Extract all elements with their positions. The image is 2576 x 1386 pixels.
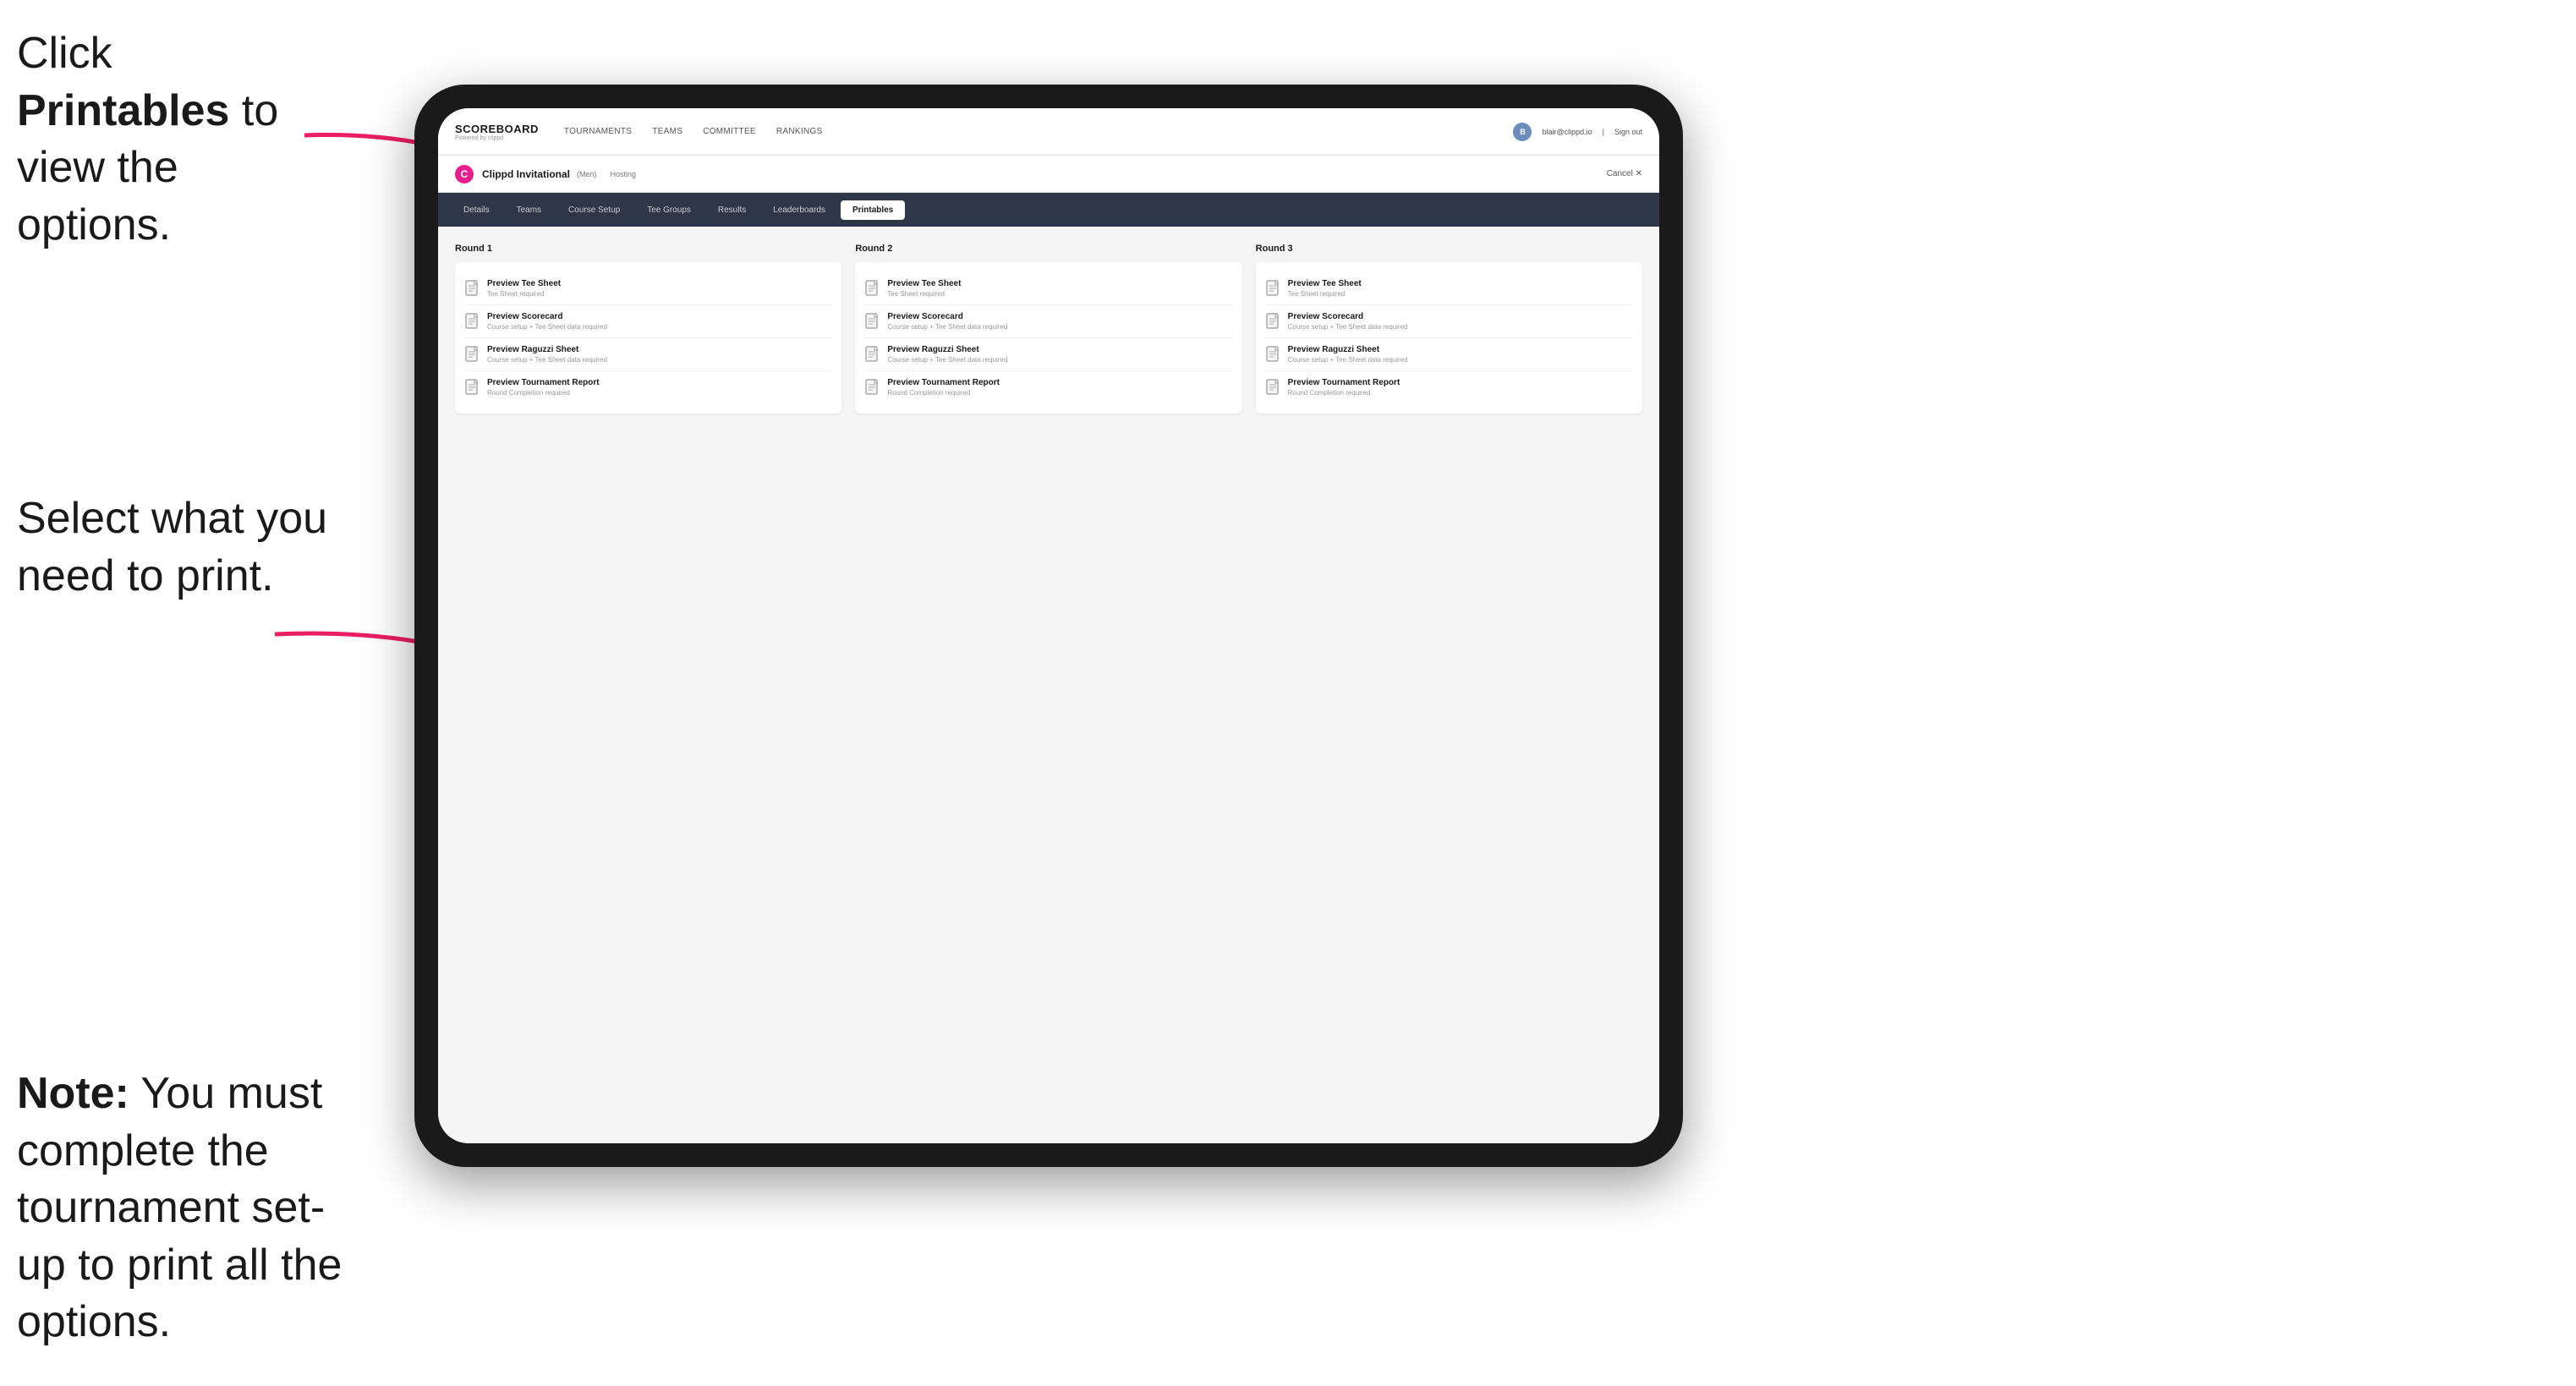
round-1-report-text: Preview Tournament Report Round Completi… (487, 378, 831, 397)
rounds-grid: Round 1 Preview Tee Sheet Tee Sheet requ… (455, 244, 1642, 414)
round-2-scorecard[interactable]: Preview Scorecard Course setup + Tee She… (865, 305, 1231, 338)
round-3-scorecard[interactable]: Preview Scorecard Course setup + Tee She… (1266, 305, 1632, 338)
logo-sub-text: Powered by clippd (455, 135, 539, 141)
instruction-top: Click Printables to view the options. (17, 25, 321, 254)
document-icon-8 (865, 379, 880, 396)
nav-link-tournaments[interactable]: TOURNAMENTS (564, 127, 632, 136)
document-icon-10 (1266, 313, 1281, 330)
round-2-tournament-report[interactable]: Preview Tournament Report Round Completi… (865, 371, 1231, 403)
instruction-mid: Select what you need to print. (17, 490, 338, 605)
tab-leaderboards[interactable]: Leaderboards (761, 200, 837, 220)
logo-main-text: SCOREBOARD (455, 123, 539, 135)
document-icon-9 (1266, 280, 1281, 297)
printables-bold: Printables (17, 86, 229, 135)
round-2-report-text: Preview Tournament Report Round Completi… (887, 378, 1231, 397)
top-nav-links: TOURNAMENTS TEAMS COMMITTEE RANKINGS (564, 127, 1514, 136)
round-1-scorecard-text: Preview Scorecard Course setup + Tee She… (487, 312, 831, 331)
round-3-scorecard-text: Preview Scorecard Course setup + Tee She… (1288, 312, 1632, 331)
tab-details[interactable]: Details (452, 200, 501, 220)
round-1-title: Round 1 (455, 244, 841, 254)
round-2-card: Preview Tee Sheet Tee Sheet required (855, 262, 1241, 414)
round-1-tee-sheet[interactable]: Preview Tee Sheet Tee Sheet required (465, 272, 831, 305)
round-1-section: Round 1 Preview Tee Sheet Tee Sheet requ… (455, 244, 841, 414)
round-1-scorecard[interactable]: Preview Scorecard Course setup + Tee She… (465, 305, 831, 338)
document-icon-3 (465, 346, 480, 363)
tournament-bar: C Clippd Invitational (Men) Hosting Canc… (438, 156, 1659, 193)
round-3-title: Round 3 (1256, 244, 1642, 254)
tab-course-setup[interactable]: Course Setup (556, 200, 632, 220)
round-1-card: Preview Tee Sheet Tee Sheet required (455, 262, 841, 414)
cancel-button[interactable]: Cancel ✕ (1607, 169, 1642, 178)
tab-tee-groups[interactable]: Tee Groups (635, 200, 703, 220)
tablet-screen: SCOREBOARD Powered by clippd TOURNAMENTS… (438, 108, 1659, 1143)
separator: | (1603, 128, 1604, 136)
tournament-logo: C (455, 165, 474, 184)
document-icon-7 (865, 346, 880, 363)
document-icon-4 (465, 379, 480, 396)
scoreboard-logo: SCOREBOARD Powered by clippd (455, 123, 539, 141)
round-1-raguzzi[interactable]: Preview Raguzzi Sheet Course setup + Tee… (465, 338, 831, 371)
user-email: blair@clippd.io (1542, 128, 1592, 136)
round-3-tee-sheet[interactable]: Preview Tee Sheet Tee Sheet required (1266, 272, 1632, 305)
round-3-report-text: Preview Tournament Report Round Completi… (1288, 378, 1632, 397)
instruction-bottom: Note: You must complete the tournament s… (17, 1066, 355, 1351)
round-2-raguzzi[interactable]: Preview Raguzzi Sheet Course setup + Tee… (865, 338, 1231, 371)
round-2-title: Round 2 (855, 244, 1241, 254)
nav-link-committee[interactable]: COMMITTEE (703, 127, 756, 136)
tab-results[interactable]: Results (706, 200, 758, 220)
nav-link-rankings[interactable]: RANKINGS (776, 127, 823, 136)
tablet-device: SCOREBOARD Powered by clippd TOURNAMENTS… (414, 85, 1683, 1167)
round-3-raguzzi-text: Preview Raguzzi Sheet Course setup + Tee… (1288, 345, 1632, 364)
document-icon-12 (1266, 379, 1281, 396)
round-2-tee-sheet[interactable]: Preview Tee Sheet Tee Sheet required (865, 272, 1231, 305)
document-icon (465, 280, 480, 297)
round-1-tee-text: Preview Tee Sheet Tee Sheet required (487, 279, 831, 298)
round-3-card: Preview Tee Sheet Tee Sheet required (1256, 262, 1642, 414)
sign-out-link[interactable]: Sign out (1614, 128, 1642, 136)
round-3-section: Round 3 Preview Tee Sheet Tee Sheet requ… (1256, 244, 1642, 414)
document-icon-11 (1266, 346, 1281, 363)
document-icon-5 (865, 280, 880, 297)
round-2-raguzzi-text: Preview Raguzzi Sheet Course setup + Tee… (887, 345, 1231, 364)
user-avatar: B (1513, 123, 1532, 141)
tournament-bracket: (Men) (577, 170, 597, 178)
tournament-name: Clippd Invitational (482, 168, 570, 180)
top-nav-right: B blair@clippd.io | Sign out (1513, 123, 1642, 141)
round-1-tournament-report[interactable]: Preview Tournament Report Round Completi… (465, 371, 831, 403)
round-2-tee-text: Preview Tee Sheet Tee Sheet required (887, 279, 1231, 298)
round-3-raguzzi[interactable]: Preview Raguzzi Sheet Course setup + Tee… (1266, 338, 1632, 371)
document-icon-6 (865, 313, 880, 330)
top-nav: SCOREBOARD Powered by clippd TOURNAMENTS… (438, 108, 1659, 156)
round-2-section: Round 2 Preview Tee Sheet Tee Sheet requ… (855, 244, 1241, 414)
round-1-raguzzi-text: Preview Raguzzi Sheet Course setup + Tee… (487, 345, 831, 364)
sub-nav: Details Teams Course Setup Tee Groups Re… (438, 193, 1659, 227)
tournament-status: Hosting (611, 170, 637, 178)
note-bold: Note: (17, 1069, 129, 1118)
tab-teams[interactable]: Teams (505, 200, 553, 220)
round-2-scorecard-text: Preview Scorecard Course setup + Tee She… (887, 312, 1231, 331)
nav-link-teams[interactable]: TEAMS (652, 127, 682, 136)
main-content: Round 1 Preview Tee Sheet Tee Sheet requ… (438, 227, 1659, 1143)
round-3-tournament-report[interactable]: Preview Tournament Report Round Completi… (1266, 371, 1632, 403)
round-3-tee-text: Preview Tee Sheet Tee Sheet required (1288, 279, 1632, 298)
tab-printables[interactable]: Printables (841, 200, 905, 220)
document-icon-2 (465, 313, 480, 330)
